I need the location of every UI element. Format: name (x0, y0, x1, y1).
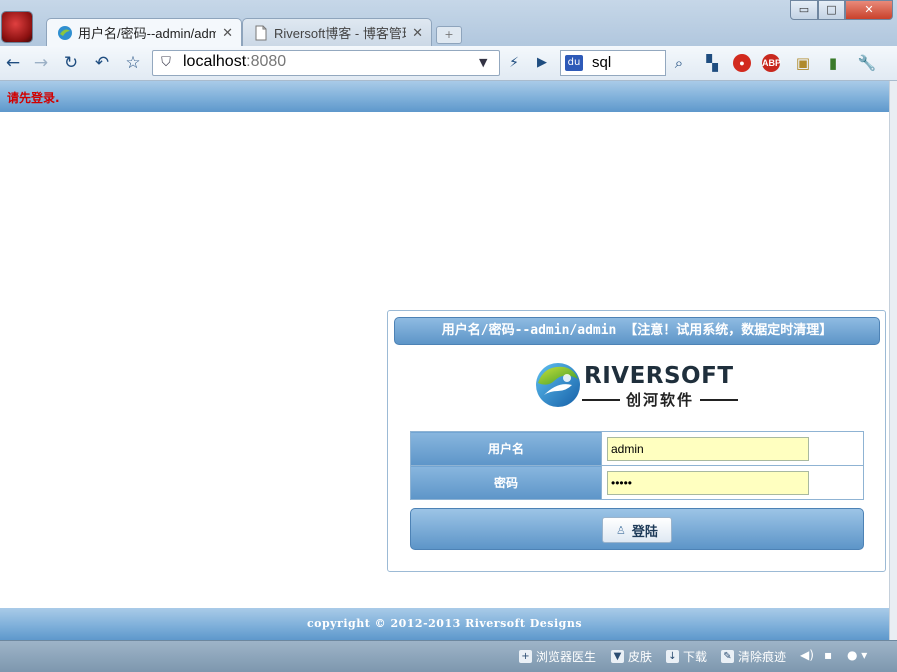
search-box[interactable]: du sql (560, 50, 666, 76)
stop-extension-icon[interactable]: ● (733, 54, 751, 72)
logo-subtitle: 创河软件 (582, 389, 739, 410)
broom-icon: ✎ (721, 650, 734, 663)
note-extension-icon[interactable]: ▮ (822, 52, 844, 74)
tab-title: Riversoft博客 - 博客管理 (274, 26, 407, 41)
star-bookmark-icon[interactable]: ☆ (122, 52, 144, 74)
username-input[interactable] (607, 436, 809, 461)
lightning-icon[interactable]: ⚡ (503, 52, 525, 74)
riversoft-logo: RIVERSOFT 创河软件 (534, 361, 744, 413)
page-viewport: 请先登录. 用户名/密码--admin/admin 【注意！试用系统，数据定时清… (0, 81, 889, 640)
download-button[interactable]: ↓ 下载 (666, 648, 707, 665)
zoom-icon[interactable]: ● ▾ (847, 648, 867, 662)
browser-logo-icon[interactable] (2, 12, 32, 42)
chevron-down-icon[interactable]: ▼ (479, 56, 487, 69)
address-text[interactable]: localhost:8080 (183, 53, 286, 71)
tab-close-icon[interactable]: ✕ (412, 25, 423, 41)
doctor-icon: + (519, 650, 532, 663)
tab-close-icon[interactable]: ✕ (222, 25, 233, 41)
wrench-menu-icon[interactable]: 🔧 (856, 52, 878, 74)
skin-button[interactable]: ▼ 皮肤 (611, 648, 652, 665)
login-button-label: 登陆 (631, 524, 658, 540)
logo-subtitle-text: 创河软件 (626, 391, 695, 409)
tab-blog-admin[interactable]: Riversoft博客 - 博客管理 ✕ (242, 18, 432, 46)
browser-statusbar: + 浏览器医生 ▼ 皮肤 ↓ 下载 ✎ 清除痕迹 ◀) ▪ ● ▾ (0, 640, 897, 672)
submit-bar: ♙ 登陆 (410, 508, 864, 550)
adblock-icon[interactable]: ABP (762, 54, 781, 72)
page-favicon-icon (255, 25, 267, 40)
go-play-icon[interactable]: ▶ (531, 52, 553, 74)
minimize-button[interactable]: ▭ (790, 0, 818, 20)
statusbar-label: 皮肤 (628, 650, 653, 664)
username-row: 用户名 (410, 431, 864, 466)
tab-login[interactable]: 用户名/密码--admin/admin ✕ (46, 18, 242, 46)
password-row: 密码 (410, 465, 864, 500)
password-input[interactable] (607, 470, 809, 495)
logo-wordmark: RIVERSOFT (584, 363, 734, 389)
login-panel: 用户名/密码--admin/admin 【注意！试用系统，数据定时清理】 RIV… (387, 310, 886, 572)
security-shield-icon[interactable]: ⛉ (159, 55, 173, 71)
forward-arrow-icon[interactable]: → (30, 52, 52, 74)
address-port: :8080 (246, 53, 287, 70)
copyright-text: copyright © 2012-2013 Riversoft Designs (306, 617, 583, 630)
page-footer: copyright © 2012-2013 Riversoft Designs (0, 608, 889, 640)
vertical-scrollbar[interactable] (889, 81, 897, 640)
window-icon[interactable]: ▪ (824, 648, 832, 662)
panel-title: 用户名/密码--admin/admin 【注意！试用系统，数据定时清理】 (394, 317, 880, 345)
refresh-icon[interactable]: ↻ (60, 52, 82, 74)
username-label: 用户名 (410, 431, 602, 466)
tab-title: 用户名/密码--admin/admin (78, 26, 217, 41)
close-window-button[interactable]: ✕ (845, 0, 893, 20)
browser-titlebar: 用户名/密码--admin/admin ✕ Riversoft博客 - 博客管理… (0, 0, 897, 46)
search-icon[interactable]: ⌕ (668, 52, 690, 74)
page-header-bar: 请先登录. (0, 81, 889, 112)
address-host: localhost (183, 53, 247, 70)
download-icon: ↓ (666, 650, 679, 663)
statusbar-label: 浏览器医生 (536, 650, 597, 664)
maximize-button[interactable]: □ (818, 0, 845, 20)
password-label: 密码 (410, 465, 602, 500)
riversoft-favicon-icon (58, 25, 72, 40)
browser-doctor-button[interactable]: + 浏览器医生 (519, 648, 596, 665)
login-form: 用户名 密码 (410, 431, 864, 500)
volume-icon[interactable]: ◀) (800, 648, 814, 662)
address-bar[interactable]: ⛉ localhost:8080 ▼ (152, 50, 500, 76)
apps-grid-icon[interactable]: ▚ (701, 52, 723, 74)
riversoft-logo-mark-icon (536, 363, 580, 407)
statusbar-label: 清除痕迹 (738, 650, 787, 664)
image-icon[interactable]: ▣ (792, 52, 814, 74)
statusbar-label: 下载 (683, 650, 708, 664)
login-warning-text: 请先登录. (7, 91, 60, 105)
clear-traces-button[interactable]: ✎ 清除痕迹 (721, 648, 786, 665)
undo-icon[interactable]: ↶ (91, 52, 113, 74)
search-input[interactable]: sql (592, 54, 611, 71)
login-button[interactable]: ♙ 登陆 (602, 517, 672, 543)
back-arrow-icon[interactable]: ← (2, 52, 24, 74)
baidu-paw-icon[interactable]: du (565, 55, 583, 71)
shirt-icon: ▼ (611, 650, 624, 663)
user-icon: ♙ (616, 523, 626, 537)
browser-toolbar: ← → ↻ ↶ ☆ ⛉ localhost:8080 ▼ ⚡ ▶ du sql … (0, 46, 897, 81)
new-tab-button[interactable]: + (436, 26, 462, 44)
